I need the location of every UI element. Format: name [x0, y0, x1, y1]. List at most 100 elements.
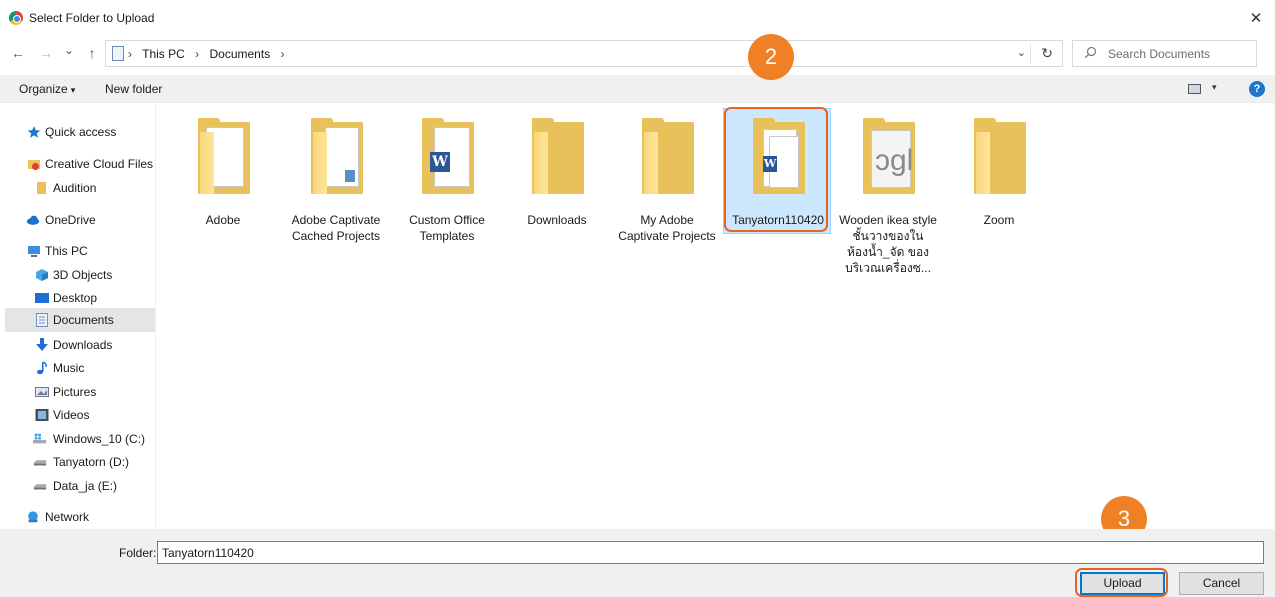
sidebar-item-audition[interactable]: Audition	[0, 177, 155, 200]
pictures-icon	[35, 387, 49, 397]
sidebar-item-downloads[interactable]: Downloads	[0, 334, 155, 357]
up-arrow-icon[interactable]: ↑	[85, 45, 99, 61]
sidebar-item-label: Quick access	[45, 125, 117, 139]
footer-bar: Folder: Upload Cancel	[0, 529, 1275, 597]
sidebar-item-3d-objects[interactable]: 3D Objects	[0, 264, 155, 287]
sidebar-item-label: Music	[53, 361, 85, 375]
breadcrumb-this-pc[interactable]: This PC	[142, 47, 185, 61]
sidebar-item-label: 3D Objects	[53, 268, 113, 282]
breadcrumb-documents[interactable]: Documents	[210, 47, 271, 61]
folder-input[interactable]	[157, 541, 1264, 564]
cube-icon	[36, 269, 48, 281]
sidebar-item-music[interactable]: Music	[0, 357, 155, 380]
sidebar-item-label: Tanyatorn (D:)	[53, 455, 130, 469]
download-icon	[36, 338, 48, 351]
sidebar-item-desktop[interactable]: Desktop	[0, 287, 155, 310]
search-icon	[1084, 46, 1097, 59]
folder-icon	[311, 118, 363, 194]
videos-icon	[35, 409, 49, 421]
sidebar-item-label: Desktop	[53, 291, 98, 305]
refresh-icon[interactable]: ↻	[1041, 45, 1053, 62]
sidebar-item-label: Pictures	[53, 385, 97, 399]
folder-name: Wooden ikea style ชั้นวางของใน ห้องน้ำ_จ…	[839, 213, 937, 275]
sidebar-item-pictures[interactable]: Pictures	[0, 381, 155, 404]
folder-icon: W	[422, 118, 474, 194]
word-icon: W	[430, 152, 450, 172]
sidebar-item-windows-10-c[interactable]: Windows_10 (C:)	[0, 428, 155, 451]
sidebar-item-label: Network	[45, 510, 90, 524]
preview-glyph-icon: ɔgl	[875, 144, 914, 177]
sidebar-item-network[interactable]: Network	[0, 506, 155, 529]
step-2-highlight	[724, 107, 828, 232]
music-icon	[37, 361, 47, 375]
organize-label: Organize	[19, 82, 68, 96]
folder-icon	[974, 118, 1026, 194]
cloud-icon	[26, 215, 40, 225]
sidebar-item-label: This PC	[45, 244, 88, 258]
sidebar-item-onedrive[interactable]: OneDrive	[0, 209, 155, 232]
creative-cloud-icon	[28, 160, 40, 171]
sidebar-item-tanyatorn-d[interactable]: Tanyatorn (D:)	[0, 451, 155, 474]
navigation-bar: ← → ⌄ ↑ › This PC › Documents › ⌄ ↻	[0, 39, 1275, 69]
sidebar-item-quick-access[interactable]: Quick access	[0, 121, 155, 144]
chrome-icon	[9, 11, 23, 25]
address-bar[interactable]: › This PC › Documents › ⌄ ↻	[105, 40, 1063, 67]
folder-name: My Adobe Captivate Projects	[618, 213, 716, 243]
folder-icon	[532, 118, 584, 194]
sidebar-item-label: Creative Cloud Files	[45, 157, 154, 171]
documents-icon	[36, 313, 48, 327]
sidebar-item-label: Windows_10 (C:)	[53, 432, 146, 446]
documents-location-icon	[112, 46, 124, 61]
sidebar-item-label: Downloads	[53, 338, 113, 352]
navigation-pane: Quick access Creative Cloud Files Auditi…	[0, 104, 156, 529]
sidebar-item-label: OneDrive	[45, 213, 96, 227]
step-3-highlight	[1075, 568, 1168, 597]
view-dropdown-icon[interactable]: ▾	[1212, 82, 1217, 93]
help-icon[interactable]: ?	[1249, 81, 1265, 97]
divider	[1030, 44, 1031, 64]
chevron-down-icon: ▾	[70, 85, 76, 95]
back-arrow-icon[interactable]: ←	[11, 45, 25, 61]
folder-icon: ɔgl	[863, 118, 915, 194]
sidebar-item-data-ja-e[interactable]: Data_ja (E:)	[0, 475, 155, 498]
folder-icon	[642, 118, 694, 194]
view-options-icon[interactable]	[1188, 84, 1201, 94]
command-bar: Organize ▾ New folder ▾ ?	[0, 75, 1275, 103]
sidebar-item-label: Documents	[53, 313, 114, 327]
close-icon[interactable]: ✕	[1245, 8, 1267, 30]
recent-locations-icon[interactable]: ⌄	[62, 42, 76, 58]
drive-icon	[33, 484, 47, 490]
folder-label: Folder:	[119, 546, 157, 560]
breadcrumb-separator[interactable]: ›	[195, 47, 199, 61]
folder-name: Adobe Captivate Cached Projects	[291, 213, 381, 243]
computer-icon	[28, 246, 40, 257]
step-2-badge: 2	[748, 34, 794, 80]
folder-icon	[37, 182, 46, 194]
folder-name: Adobe	[205, 213, 241, 227]
sidebar-item-label: Data_ja (E:)	[53, 479, 118, 493]
address-dropdown-icon[interactable]: ⌄	[1017, 46, 1026, 59]
breadcrumb: › This PC › Documents ›	[128, 47, 292, 61]
new-folder-button[interactable]: New folder	[105, 82, 162, 96]
sidebar-item-this-pc[interactable]: This PC	[0, 240, 155, 263]
drive-icon	[33, 460, 47, 466]
title-bar: Select Folder to Upload ✕	[0, 0, 1275, 38]
sidebar-item-documents[interactable]: Documents	[5, 308, 155, 332]
windows-drive-icon	[33, 433, 47, 444]
network-icon	[28, 511, 38, 523]
cancel-button[interactable]: Cancel	[1179, 572, 1264, 595]
sidebar-item-creative-cloud-files[interactable]: Creative Cloud Files	[0, 153, 155, 176]
folder-name: Downloads	[527, 213, 587, 227]
breadcrumb-separator[interactable]: ›	[281, 47, 285, 61]
sidebar-item-videos[interactable]: Videos	[0, 404, 155, 427]
search-box[interactable]	[1072, 40, 1257, 67]
organize-button[interactable]: Organize ▾	[19, 82, 75, 96]
star-icon	[27, 126, 41, 138]
upload-dialog: Select Folder to Upload ✕ ← → ⌄ ↑ › This…	[0, 0, 1275, 597]
folder-name: Custom Office Templates	[409, 213, 485, 243]
folder-grid: Adobe Adobe Captivate Cached Projects W …	[158, 104, 1275, 529]
breadcrumb-separator: ›	[128, 47, 132, 61]
folder-name: Zoom	[983, 213, 1015, 227]
forward-arrow-icon[interactable]: →	[39, 45, 53, 61]
search-input[interactable]	[1108, 45, 1248, 63]
